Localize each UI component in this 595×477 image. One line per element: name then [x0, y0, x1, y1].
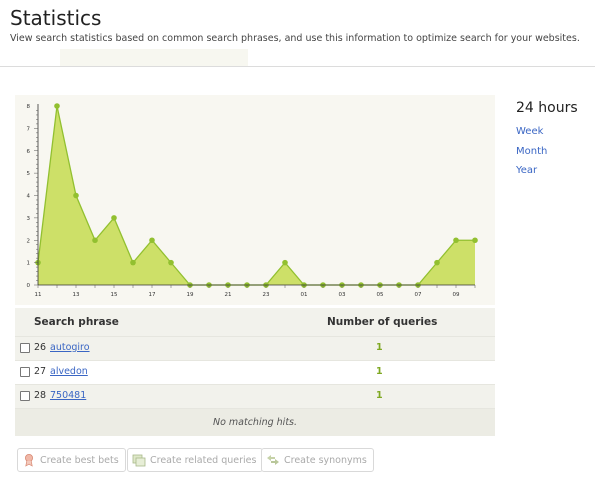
table-header: Search phrase Number of queries [15, 308, 495, 336]
create-synonyms-label: Create synonyms [284, 454, 367, 466]
x-tick-label: 17 [149, 292, 156, 298]
data-point [92, 237, 98, 244]
create-synonyms-button[interactable]: Create synonyms [261, 448, 374, 472]
row-rank: 27 [34, 366, 47, 377]
y-tick-label: 3 [27, 216, 31, 222]
y-tick-label: 5 [27, 171, 31, 177]
row-rank: 28 [34, 390, 47, 401]
x-tick-label: 05 [377, 292, 384, 298]
row-query-count: 1 [376, 390, 383, 401]
data-point [472, 237, 478, 244]
range-week-link[interactable]: Week [516, 126, 543, 137]
y-tick-label: 0 [27, 283, 31, 289]
table-row: 26 autogiro 1 [15, 336, 495, 360]
create-related-queries-button[interactable]: Create related queries [127, 448, 264, 472]
data-point [453, 237, 459, 244]
range-selected: 24 hours [516, 100, 578, 116]
row-phrase-link[interactable]: 750481 [50, 390, 86, 401]
column-header-count[interactable]: Number of queries [327, 316, 437, 328]
award-icon [22, 453, 36, 467]
x-tick-label: 07 [415, 292, 422, 298]
area-fill [38, 106, 475, 285]
data-point [73, 192, 79, 199]
row-phrase-link[interactable]: alvedon [50, 366, 88, 377]
y-tick-label: 4 [27, 194, 31, 200]
y-tick-label: 6 [27, 149, 31, 155]
related-queries-icon [132, 453, 146, 467]
column-header-phrase[interactable]: Search phrase [34, 316, 119, 328]
page-subtitle: View search statistics based on common s… [10, 33, 580, 44]
range-month-link[interactable]: Month [516, 146, 547, 157]
x-tick-label: 03 [339, 292, 346, 298]
x-tick-label: 13 [73, 292, 80, 298]
data-point [168, 259, 174, 266]
row-query-count: 1 [376, 342, 383, 353]
row-checkbox[interactable] [20, 343, 30, 353]
row-checkbox[interactable] [20, 367, 30, 377]
table-row: 28 750481 1 [15, 384, 495, 408]
y-tick-label: 8 [27, 104, 31, 110]
chart-svg: 01234567811 13 15 17 19 21 23 01 03 05 07 09 [27, 103, 478, 298]
y-tick-label: 2 [27, 238, 31, 244]
range-year-link[interactable]: Year [516, 165, 537, 176]
x-tick-label: 15 [111, 292, 118, 298]
row-phrase-link[interactable]: autogiro [50, 342, 90, 353]
tab-strip [60, 49, 248, 67]
create-best-bets-button[interactable]: Create best bets [17, 448, 126, 472]
x-tick-label: 19 [187, 292, 194, 298]
search-phrase-table: Search phrase Number of queries 26 autog… [15, 308, 495, 436]
y-tick-label: 7 [27, 126, 31, 132]
data-point [282, 259, 288, 266]
table-row: 27 alvedon 1 [15, 360, 495, 384]
x-tick-label: 09 [453, 292, 460, 298]
y-tick-label: 1 [27, 261, 31, 267]
data-point [434, 259, 440, 266]
row-checkbox[interactable] [20, 391, 30, 401]
x-tick-label: 21 [225, 292, 232, 298]
x-tick-label: 11 [35, 292, 42, 298]
no-matching-hits: No matching hits. [15, 408, 495, 436]
statistics-chart: 0 1 2 3 4 5 6 7 8 11 13 15 17 19 21 23 01 03 05 07 09 [15, 95, 495, 305]
header-divider [0, 66, 595, 67]
row-rank: 26 [34, 342, 47, 353]
row-query-count: 1 [376, 366, 383, 377]
data-point [149, 237, 155, 244]
create-related-queries-label: Create related queries [150, 454, 257, 466]
x-tick-label: 23 [263, 292, 270, 298]
data-point [54, 103, 60, 109]
data-point [130, 259, 136, 266]
swap-arrows-icon [266, 453, 280, 467]
page-title: Statistics [10, 6, 102, 30]
create-best-bets-label: Create best bets [40, 454, 119, 466]
x-tick-label: 01 [301, 292, 308, 298]
data-point [111, 215, 117, 221]
